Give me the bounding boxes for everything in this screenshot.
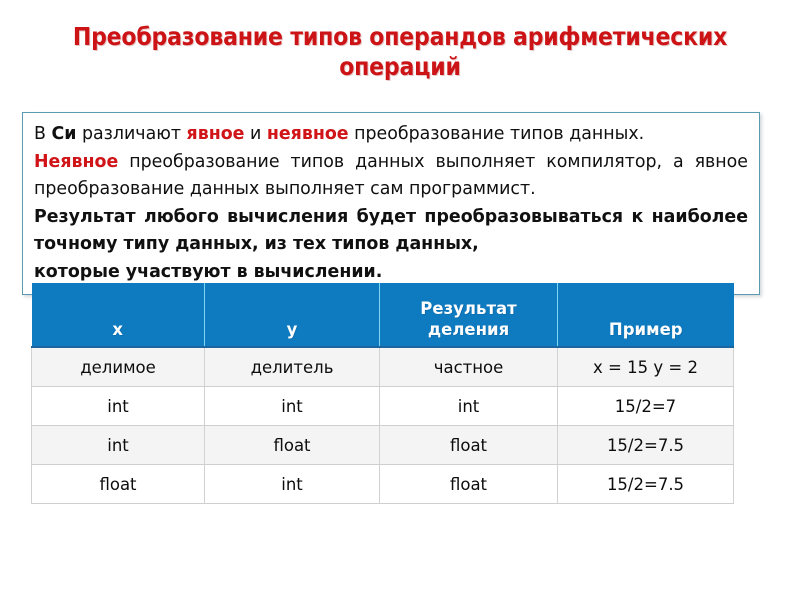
- callout-paragraph-4: которые участвуют в вычислении.: [34, 261, 383, 282]
- callout-p1-term-explicit: явное: [186, 124, 245, 144]
- callout-paragraph-2: Неявное преобразование типов данных выпо…: [34, 149, 748, 204]
- table-header-result: Результат деления: [379, 283, 558, 348]
- table-row: float int float 15/2=7.5: [31, 464, 734, 504]
- table-cell-y: float: [204, 425, 380, 465]
- table-cell-example: x = 15 y = 2: [557, 347, 734, 387]
- table-row: int float float 15/2=7.5: [31, 425, 734, 465]
- table-cell-x: int: [31, 425, 205, 465]
- table-cell-example: 15/2=7.5: [557, 464, 734, 504]
- callout-p2-seg2: преобразование типов данных выполняет ко…: [34, 151, 748, 200]
- callout-p1-seg5: и: [244, 124, 267, 144]
- callout-p2-term-implicit: Неявное: [34, 151, 119, 172]
- callout-p1-seg7: преобразование типов данных.: [348, 124, 645, 144]
- page-title: Преобразование типов операндов арифметич…: [72, 22, 728, 81]
- callout-paragraph-1: В Си различают явное и неявное преобразо…: [34, 121, 748, 149]
- table-header-result-line2: деления: [427, 320, 510, 339]
- table-cell-result: float: [379, 425, 558, 465]
- type-conversion-table: x y Результат деления Пример делимое дел…: [31, 283, 734, 504]
- table-header-result-line1: Результат: [420, 299, 517, 318]
- callout-p1-seg3: различают: [76, 124, 187, 144]
- table-cell-example: 15/2=7.5: [557, 425, 734, 465]
- table-cell-y: int: [204, 464, 380, 504]
- callout-p1-term-implicit: неявное: [266, 124, 349, 144]
- table-header-x: x: [31, 283, 205, 348]
- table-cell-x: float: [31, 464, 205, 504]
- table-cell-x: int: [31, 386, 205, 426]
- callout-p1-term-si: Си: [51, 124, 77, 144]
- table-cell-example: 15/2=7: [557, 386, 734, 426]
- table-row: делимое делитель частное x = 15 y = 2: [31, 347, 734, 387]
- callout-p1-seg1: В: [34, 124, 52, 144]
- callout-paragraph-3: Результат любого вычисления будет преобр…: [34, 206, 748, 255]
- table-cell-y: делитель: [204, 347, 380, 387]
- table-header-example: Пример: [557, 283, 734, 348]
- table-cell-result: int: [379, 386, 558, 426]
- table-cell-y: int: [204, 386, 380, 426]
- table-cell-x: делимое: [31, 347, 205, 387]
- table-cell-result: float: [379, 464, 558, 504]
- table-header-y: y: [204, 283, 380, 348]
- table-cell-result: частное: [379, 347, 558, 387]
- definition-callout-box: В Си различают явное и неявное преобразо…: [22, 112, 760, 295]
- table-row: int int int 15/2=7: [31, 386, 734, 426]
- table-header-row: x y Результат деления Пример: [31, 283, 734, 348]
